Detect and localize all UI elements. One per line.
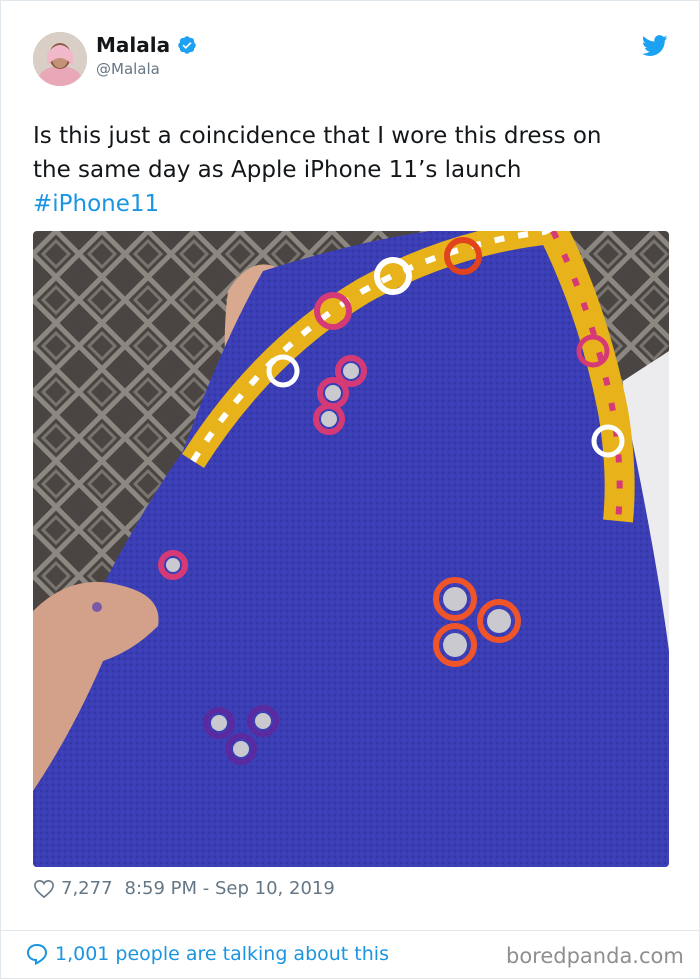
tweet-card: Malala @Malala Is this just a coincidenc… (0, 0, 700, 979)
like-count[interactable]: 7,277 (61, 878, 113, 899)
conversation-link[interactable]: 1,001 people are talking about this (25, 942, 389, 966)
speech-bubble-icon (26, 943, 48, 966)
hashtag-link[interactable]: #iPhone11 (33, 187, 653, 221)
author-name[interactable]: Malala (96, 33, 170, 57)
twitter-bird-icon[interactable] (642, 35, 668, 57)
author-handle[interactable]: @Malala (96, 60, 160, 78)
heart-outline-icon[interactable] (33, 879, 55, 899)
tweet-meta: 7,277 8:59 PM - Sep 10, 2019 (33, 878, 335, 899)
divider (1, 930, 700, 931)
tweet-photo[interactable] (33, 231, 669, 867)
avatar[interactable] (33, 32, 87, 86)
tweet-text: Is this just a coincidence that I wore t… (33, 119, 653, 221)
tweet-text-line-2: the same day as Apple iPhone 11’s launch (33, 157, 522, 183)
conversation-text: 1,001 people are talking about this (55, 943, 389, 965)
tweet-text-line-1: Is this just a coincidence that I wore t… (33, 123, 602, 149)
timestamp[interactable]: 8:59 PM - Sep 10, 2019 (125, 878, 335, 899)
author-name-row: Malala (96, 33, 197, 57)
verified-badge-icon (178, 36, 196, 54)
watermark: boredpanda.com (506, 944, 684, 968)
